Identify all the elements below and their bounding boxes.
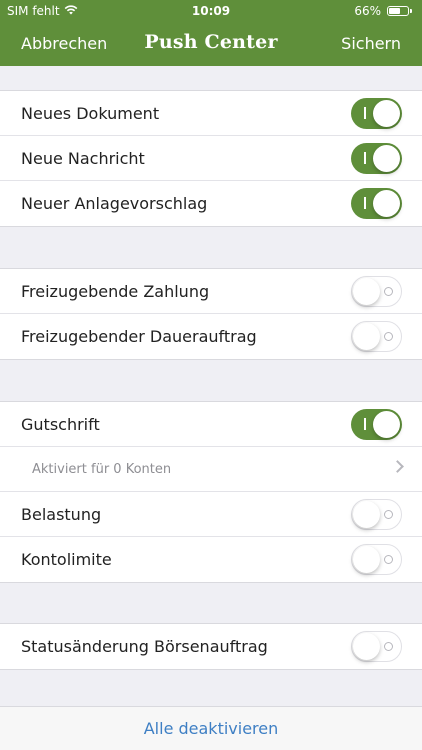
toggle-belastung[interactable] <box>351 499 402 530</box>
toggle-off-mark <box>384 642 393 651</box>
setting-row-neue-nachricht[interactable]: Neue Nachricht <box>0 136 422 181</box>
navigation-bar: Abbrechen Push Center Sichern <box>0 22 422 66</box>
battery-percent: 66% <box>354 4 381 18</box>
setting-row-kontolimite[interactable]: Kontolimite <box>0 537 422 582</box>
setting-label: Gutschrift <box>21 414 100 434</box>
battery-icon <box>387 6 409 16</box>
group-documents: Neues Dokument Neue Nachricht Neuer Anla… <box>0 90 422 227</box>
chevron-right-icon <box>391 460 404 473</box>
setting-label: Neues Dokument <box>21 103 160 123</box>
setting-row-freizugebender-dauerauftrag[interactable]: Freizugebender Dauerauftrag <box>0 314 422 359</box>
battery-fill <box>389 8 400 14</box>
toggle-knob <box>353 278 380 305</box>
toggle-knob <box>353 501 380 528</box>
group-approvals: Freizugebende Zahlung Freizugebender Dau… <box>0 268 422 360</box>
setting-row-belastung[interactable]: Belastung <box>0 492 422 537</box>
battery-tip <box>410 9 412 13</box>
setting-label: Neuer Anlagevorschlag <box>21 194 208 213</box>
setting-row-neues-dokument[interactable]: Neues Dokument <box>0 91 422 136</box>
setting-row-freizugebende-zahlung[interactable]: Freizugebende Zahlung <box>0 269 422 314</box>
toggle-neuer-anlagevorschlag[interactable] <box>351 188 402 219</box>
setting-label: Freizugebender Dauerauftrag <box>21 327 257 346</box>
toggle-off-mark <box>384 287 393 296</box>
toggle-knob <box>353 546 380 573</box>
toggle-knob <box>373 145 400 172</box>
deactivate-all-button[interactable]: Alle deaktivieren <box>0 719 422 738</box>
toggle-neue-nachricht[interactable] <box>351 143 402 174</box>
setting-label: Statusänderung Börsenauftrag <box>21 637 268 656</box>
setting-label: Kontolimite <box>21 550 112 569</box>
toggle-off-mark <box>384 332 393 341</box>
toggle-knob <box>373 190 400 217</box>
group-account-movements: Gutschrift Aktiviert für 0 Konten Belast… <box>0 401 422 583</box>
toggle-statusaenderung-boersenauftrag[interactable] <box>351 631 402 662</box>
toggle-freizugebender-dauerauftrag[interactable] <box>351 321 402 352</box>
toggle-knob <box>353 633 380 660</box>
header: SIM fehlt 10:09 66% Abbrechen Push Cente… <box>0 0 422 66</box>
group-trading: Statusänderung Börsenauftrag <box>0 623 422 670</box>
settings-content: Neues Dokument Neue Nachricht Neuer Anla… <box>0 66 422 750</box>
status-bar: SIM fehlt 10:09 66% <box>0 0 422 22</box>
toggle-off-mark <box>384 510 393 519</box>
setting-row-aktiviert-fuer-konten[interactable]: Aktiviert für 0 Konten <box>0 447 422 492</box>
toggle-gutschrift[interactable] <box>351 409 402 440</box>
toggle-knob <box>373 100 400 127</box>
toggle-knob <box>353 323 380 350</box>
toggle-freizugebende-zahlung[interactable] <box>351 276 402 307</box>
save-button[interactable]: Sichern <box>341 34 401 53</box>
setting-label: Belastung <box>21 504 102 524</box>
toggle-neues-dokument[interactable] <box>351 98 402 129</box>
footer-bar: Alle deaktivieren <box>0 706 422 750</box>
toggle-on-mark <box>364 418 366 430</box>
setting-label: Freizugebende Zahlung <box>21 281 210 301</box>
toggle-kontolimite[interactable] <box>351 544 402 575</box>
activated-accounts-label: Aktiviert für 0 Konten <box>32 461 172 477</box>
setting-row-gutschrift[interactable]: Gutschrift <box>0 402 422 447</box>
status-right: 66% <box>354 4 412 18</box>
toggle-off-mark <box>384 555 393 564</box>
setting-row-statusaenderung-boersenauftrag[interactable]: Statusänderung Börsenauftrag <box>0 624 422 669</box>
toggle-on-mark <box>364 152 366 164</box>
setting-label: Neue Nachricht <box>21 148 145 168</box>
toggle-on-mark <box>364 197 366 209</box>
toggle-on-mark <box>364 107 366 119</box>
setting-row-neuer-anlagevorschlag[interactable]: Neuer Anlagevorschlag <box>0 181 422 226</box>
toggle-knob <box>373 411 400 438</box>
